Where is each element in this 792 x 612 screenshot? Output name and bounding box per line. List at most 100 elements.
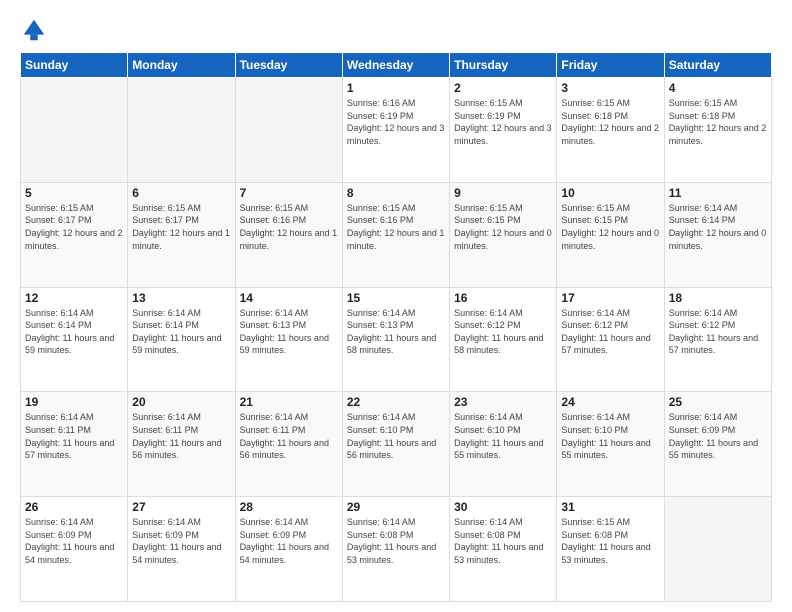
day-number: 26 xyxy=(25,500,123,514)
calendar-week-5: 26 Sunrise: 6:14 AMSunset: 6:09 PMDayligh… xyxy=(21,497,772,602)
day-info: Sunrise: 6:15 AMSunset: 6:17 PMDaylight:… xyxy=(25,202,123,252)
day-number: 23 xyxy=(454,395,552,409)
day-number: 15 xyxy=(347,291,445,305)
calendar-cell: 13 Sunrise: 6:14 AMSunset: 6:14 PMDayligh… xyxy=(128,287,235,392)
day-info: Sunrise: 6:15 AMSunset: 6:16 PMDaylight:… xyxy=(347,202,445,252)
day-info: Sunrise: 6:15 AMSunset: 6:15 PMDaylight:… xyxy=(561,202,659,252)
calendar-body: 1 Sunrise: 6:16 AMSunset: 6:19 PMDaylight… xyxy=(21,78,772,602)
calendar-cell: 21 Sunrise: 6:14 AMSunset: 6:11 PMDayligh… xyxy=(235,392,342,497)
calendar-header: Sunday Monday Tuesday Wednesday Thursday… xyxy=(21,53,772,78)
day-info: Sunrise: 6:14 AMSunset: 6:10 PMDaylight:… xyxy=(561,411,659,461)
day-info: Sunrise: 6:14 AMSunset: 6:11 PMDaylight:… xyxy=(240,411,338,461)
day-info: Sunrise: 6:14 AMSunset: 6:14 PMDaylight:… xyxy=(25,307,123,357)
calendar-cell: 1 Sunrise: 6:16 AMSunset: 6:19 PMDaylight… xyxy=(342,78,449,183)
day-number: 14 xyxy=(240,291,338,305)
col-tuesday: Tuesday xyxy=(235,53,342,78)
calendar-cell: 10 Sunrise: 6:15 AMSunset: 6:15 PMDayligh… xyxy=(557,182,664,287)
day-number: 6 xyxy=(132,186,230,200)
col-saturday: Saturday xyxy=(664,53,771,78)
calendar-cell xyxy=(128,78,235,183)
calendar: Sunday Monday Tuesday Wednesday Thursday… xyxy=(20,52,772,602)
calendar-cell: 3Sunrise: 6:15 AMSunset: 6:18 PMDaylight… xyxy=(557,78,664,183)
day-info: Sunrise: 6:15 AMSunset: 6:18 PMDaylight:… xyxy=(561,97,659,147)
logo-icon xyxy=(20,16,48,44)
calendar-cell: 14 Sunrise: 6:14 AMSunset: 6:13 PMDayligh… xyxy=(235,287,342,392)
day-info: Sunrise: 6:14 AMSunset: 6:13 PMDaylight:… xyxy=(347,307,445,357)
day-info: Sunrise: 6:15 AMSunset: 6:19 PMDaylight:… xyxy=(454,97,552,147)
day-number: 12 xyxy=(25,291,123,305)
calendar-cell: 11 Sunrise: 6:14 AMSunset: 6:14 PMDayligh… xyxy=(664,182,771,287)
col-sunday: Sunday xyxy=(21,53,128,78)
calendar-cell: 20 Sunrise: 6:14 AMSunset: 6:11 PMDayligh… xyxy=(128,392,235,497)
calendar-cell: 19Sunrise: 6:14 AMSunset: 6:11 PMDayligh… xyxy=(21,392,128,497)
day-info: Sunrise: 6:14 AMSunset: 6:09 PMDaylight:… xyxy=(240,516,338,566)
day-number: 19 xyxy=(25,395,123,409)
day-number: 1 xyxy=(347,81,445,95)
calendar-cell: 18 Sunrise: 6:14 AMSunset: 6:12 PMDayligh… xyxy=(664,287,771,392)
day-number: 25 xyxy=(669,395,767,409)
col-monday: Monday xyxy=(128,53,235,78)
calendar-cell: 26 Sunrise: 6:14 AMSunset: 6:09 PMDayligh… xyxy=(21,497,128,602)
day-number: 21 xyxy=(240,395,338,409)
calendar-cell: 25Sunrise: 6:14 AMSunset: 6:09 PMDayligh… xyxy=(664,392,771,497)
day-number: 2 xyxy=(454,81,552,95)
calendar-cell: 12 Sunrise: 6:14 AMSunset: 6:14 PMDayligh… xyxy=(21,287,128,392)
day-info: Sunrise: 6:14 AMSunset: 6:12 PMDaylight:… xyxy=(669,307,767,357)
col-thursday: Thursday xyxy=(450,53,557,78)
day-info: Sunrise: 6:15 AMSunset: 6:18 PMDaylight:… xyxy=(669,97,767,147)
calendar-week-1: 1 Sunrise: 6:16 AMSunset: 6:19 PMDaylight… xyxy=(21,78,772,183)
day-number: 29 xyxy=(347,500,445,514)
header xyxy=(20,16,772,44)
calendar-cell: 22Sunrise: 6:14 AMSunset: 6:10 PMDayligh… xyxy=(342,392,449,497)
calendar-cell xyxy=(21,78,128,183)
day-info: Sunrise: 6:15 AMSunset: 6:16 PMDaylight:… xyxy=(240,202,338,252)
day-info: Sunrise: 6:14 AMSunset: 6:12 PMDaylight:… xyxy=(561,307,659,357)
day-number: 7 xyxy=(240,186,338,200)
day-info: Sunrise: 6:14 AMSunset: 6:11 PMDaylight:… xyxy=(132,411,230,461)
calendar-cell: 15 Sunrise: 6:14 AMSunset: 6:13 PMDayligh… xyxy=(342,287,449,392)
day-number: 28 xyxy=(240,500,338,514)
day-number: 5 xyxy=(25,186,123,200)
day-number: 10 xyxy=(561,186,659,200)
day-info: Sunrise: 6:14 AMSunset: 6:09 PMDaylight:… xyxy=(25,516,123,566)
calendar-cell: 27Sunrise: 6:14 AMSunset: 6:09 PMDayligh… xyxy=(128,497,235,602)
calendar-cell xyxy=(235,78,342,183)
calendar-cell: 7 Sunrise: 6:15 AMSunset: 6:16 PMDaylight… xyxy=(235,182,342,287)
calendar-cell: 24Sunrise: 6:14 AMSunset: 6:10 PMDayligh… xyxy=(557,392,664,497)
calendar-cell: 23 Sunrise: 6:14 AMSunset: 6:10 PMDayligh… xyxy=(450,392,557,497)
calendar-week-4: 19 Sunrise: 6:14 AMSunset: 6:11 PMDayligh… xyxy=(21,392,772,497)
day-info: Sunrise: 6:16 AMSunset: 6:19 PMDaylight:… xyxy=(347,97,445,147)
day-number: 13 xyxy=(132,291,230,305)
day-number: 30 xyxy=(454,500,552,514)
day-info: Sunrise: 6:14 AMSunset: 6:14 PMDaylight:… xyxy=(132,307,230,357)
calendar-cell: 29 Sunrise: 6:14 AMSunset: 6:08 PMDayligh… xyxy=(342,497,449,602)
day-info: Sunrise: 6:14 AMSunset: 6:09 PMDaylight:… xyxy=(132,516,230,566)
day-info: Sunrise: 6:14 AMSunset: 6:12 PMDaylight:… xyxy=(454,307,552,357)
calendar-cell: 30Sunrise: 6:14 AMSunset: 6:08 PMDayligh… xyxy=(450,497,557,602)
calendar-cell: 5 Sunrise: 6:15 AMSunset: 6:17 PMDaylight… xyxy=(21,182,128,287)
day-number: 18 xyxy=(669,291,767,305)
day-number: 17 xyxy=(561,291,659,305)
logo xyxy=(20,16,52,44)
day-number: 4 xyxy=(669,81,767,95)
day-info: Sunrise: 6:15 AMSunset: 6:15 PMDaylight:… xyxy=(454,202,552,252)
calendar-cell: 2 Sunrise: 6:15 AMSunset: 6:19 PMDaylight… xyxy=(450,78,557,183)
calendar-cell: 31Sunrise: 6:15 AMSunset: 6:08 PMDayligh… xyxy=(557,497,664,602)
day-info: Sunrise: 6:14 AMSunset: 6:14 PMDaylight:… xyxy=(669,202,767,252)
day-number: 31 xyxy=(561,500,659,514)
day-info: Sunrise: 6:14 AMSunset: 6:13 PMDaylight:… xyxy=(240,307,338,357)
header-row: Sunday Monday Tuesday Wednesday Thursday… xyxy=(21,53,772,78)
day-info: Sunrise: 6:15 AMSunset: 6:17 PMDaylight:… xyxy=(132,202,230,252)
calendar-cell xyxy=(664,497,771,602)
day-number: 8 xyxy=(347,186,445,200)
day-number: 11 xyxy=(669,186,767,200)
page: Sunday Monday Tuesday Wednesday Thursday… xyxy=(0,0,792,612)
day-info: Sunrise: 6:14 AMSunset: 6:08 PMDaylight:… xyxy=(347,516,445,566)
day-number: 20 xyxy=(132,395,230,409)
calendar-cell: 17 Sunrise: 6:14 AMSunset: 6:12 PMDayligh… xyxy=(557,287,664,392)
calendar-cell: 28 Sunrise: 6:14 AMSunset: 6:09 PMDayligh… xyxy=(235,497,342,602)
calendar-cell: 6 Sunrise: 6:15 AMSunset: 6:17 PMDaylight… xyxy=(128,182,235,287)
day-info: Sunrise: 6:14 AMSunset: 6:10 PMDaylight:… xyxy=(454,411,552,461)
col-wednesday: Wednesday xyxy=(342,53,449,78)
day-info: Sunrise: 6:14 AMSunset: 6:10 PMDaylight:… xyxy=(347,411,445,461)
